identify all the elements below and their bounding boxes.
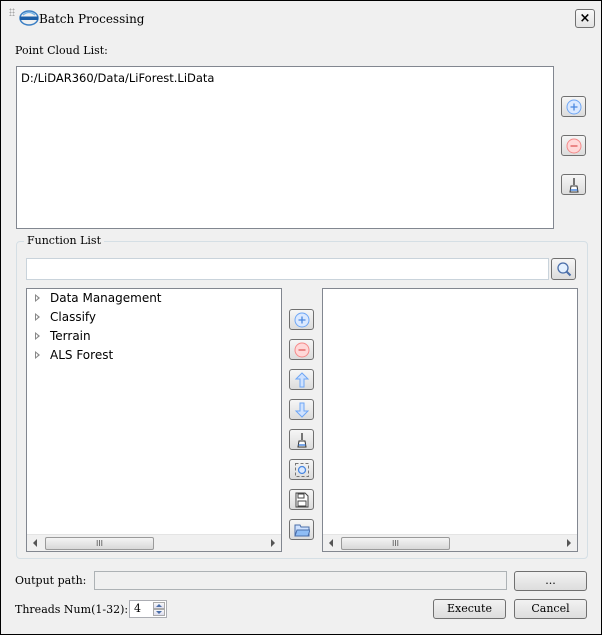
lidar360-logo-icon <box>19 10 39 26</box>
expand-arrow-icon[interactable] <box>35 294 40 302</box>
add-point-cloud-button[interactable] <box>561 96 586 117</box>
window-title: Batch Processing <box>39 12 145 26</box>
settings-button[interactable] <box>289 459 314 480</box>
drag-grip-icon[interactable] <box>9 8 15 16</box>
scroll-left-icon[interactable] <box>33 539 37 547</box>
gear-icon <box>295 463 309 477</box>
scroll-thumb[interactable]: III <box>341 537 450 550</box>
arrow-up-icon <box>294 372 310 388</box>
cancel-button[interactable]: Cancel <box>514 599 587 619</box>
function-search-input[interactable] <box>26 258 549 280</box>
tree-horizontal-scrollbar[interactable]: III <box>27 534 281 551</box>
execute-button[interactable]: Execute <box>433 599 506 619</box>
save-button[interactable] <box>289 489 314 510</box>
tree-item-data-management[interactable]: Data Management <box>35 291 162 305</box>
spin-up-icon[interactable] <box>153 602 165 609</box>
scroll-right-icon[interactable] <box>271 539 275 547</box>
selected-horizontal-scrollbar[interactable]: III <box>323 534 577 551</box>
threads-label: Threads Num(1-32): <box>15 603 129 616</box>
browse-button[interactable]: ... <box>514 571 587 591</box>
clear-point-cloud-button[interactable] <box>561 174 586 195</box>
function-tree[interactable]: Data Management Classify Terrain ALS For… <box>26 288 282 552</box>
minus-circle-icon <box>294 342 310 358</box>
plus-circle-icon <box>566 99 582 115</box>
spin-down-icon[interactable] <box>153 609 165 616</box>
scroll-left-icon[interactable] <box>329 539 333 547</box>
add-function-button[interactable] <box>289 309 314 330</box>
point-cloud-list-label: Point Cloud List: <box>15 44 108 57</box>
batch-processing-dialog: Batch Processing × Point Cloud List: D:/… <box>0 0 602 635</box>
broom-icon <box>297 433 307 448</box>
expand-arrow-icon[interactable] <box>35 313 40 321</box>
move-down-button[interactable] <box>289 399 314 420</box>
scroll-right-icon[interactable] <box>567 539 571 547</box>
arrow-down-icon <box>294 402 310 418</box>
tree-item-als-forest[interactable]: ALS Forest <box>35 348 113 362</box>
function-list-label: Function List <box>24 234 104 247</box>
folder-icon <box>294 524 310 537</box>
point-cloud-list[interactable]: D:/LiDAR360/Data/LiForest.LiData <box>16 66 554 229</box>
search-icon <box>557 262 572 277</box>
save-icon <box>295 492 309 508</box>
clear-functions-button[interactable] <box>289 429 314 450</box>
tree-item-terrain[interactable]: Terrain <box>35 329 91 343</box>
close-button[interactable]: × <box>575 9 595 28</box>
threads-value[interactable]: 4 <box>134 602 141 615</box>
expand-arrow-icon[interactable] <box>35 332 40 340</box>
open-folder-button[interactable] <box>289 519 314 540</box>
remove-point-cloud-button[interactable] <box>561 135 586 156</box>
broom-icon <box>569 178 579 193</box>
scroll-thumb[interactable]: III <box>45 537 154 550</box>
tree-item-classify[interactable]: Classify <box>35 310 96 324</box>
threads-spinbox[interactable]: 4 <box>129 600 167 618</box>
point-cloud-item[interactable]: D:/LiDAR360/Data/LiForest.LiData <box>21 71 214 85</box>
remove-function-button[interactable] <box>289 339 314 360</box>
search-button[interactable] <box>551 258 576 280</box>
output-path-label: Output path: <box>15 574 87 587</box>
expand-arrow-icon[interactable] <box>35 351 40 359</box>
plus-circle-icon <box>294 312 310 328</box>
selected-function-list[interactable]: III <box>322 288 578 552</box>
move-up-button[interactable] <box>289 369 314 390</box>
output-path-field[interactable] <box>94 571 507 590</box>
minus-circle-icon <box>566 138 582 154</box>
